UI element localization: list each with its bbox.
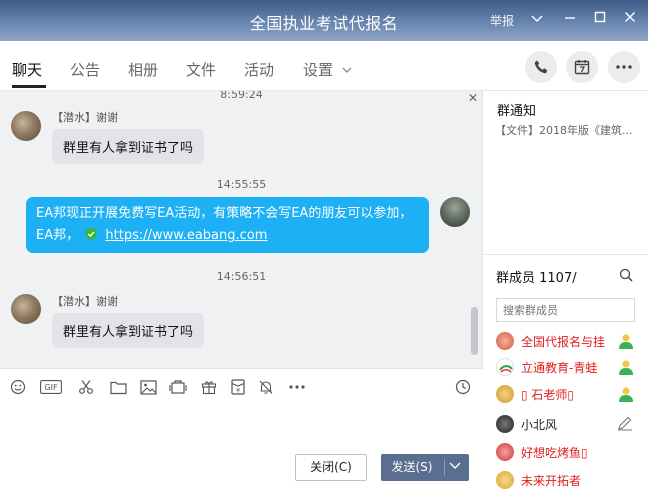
message-timestamp: 8:59:24: [220, 91, 263, 101]
member-item[interactable]: 好想吃烤鱼▯: [496, 439, 648, 465]
gift-icon[interactable]: [200, 378, 218, 396]
mute-bell-icon[interactable]: [257, 378, 275, 396]
members-title: 群成员 1107/: [496, 271, 577, 286]
member-item[interactable]: 立通教育-青蛙: [496, 354, 648, 380]
tab-settings-label: 设置: [303, 61, 334, 79]
message-sender: 【潜水】谢谢: [52, 111, 118, 124]
minimize-icon[interactable]: [560, 8, 580, 30]
member-name: 未来开拓者: [521, 474, 582, 488]
active-tab-indicator: [12, 85, 46, 88]
member-item[interactable]: 小北风: [496, 411, 648, 437]
search-icon[interactable]: [619, 268, 633, 285]
verified-check-icon: [85, 228, 97, 240]
tab-settings[interactable]: 设置: [303, 59, 352, 80]
calendar-icon: [574, 60, 590, 75]
svg-text:GIF: GIF: [44, 383, 58, 392]
tab-files[interactable]: 文件: [186, 59, 216, 80]
close-window-icon[interactable]: [620, 8, 640, 30]
calendar-button[interactable]: [566, 51, 598, 83]
avatar: [496, 443, 514, 461]
group-notice-title[interactable]: 群通知: [497, 100, 536, 119]
more-icon: [616, 65, 632, 69]
red-packet-icon[interactable]: ¥: [229, 378, 247, 396]
dropdown-icon[interactable]: [527, 8, 547, 30]
admin-badge-icon: [617, 332, 635, 350]
message-link[interactable]: https://www.eabang.com: [105, 228, 267, 243]
window-title: 全国执业考试代报名: [249, 14, 399, 33]
edit-pencil-icon[interactable]: [617, 415, 635, 433]
tab-announcement[interactable]: 公告: [70, 59, 100, 80]
message-bubble[interactable]: 群里有人拿到证书了吗: [52, 129, 205, 164]
phone-icon: [534, 60, 548, 74]
svg-text:¥: ¥: [236, 388, 240, 395]
folder-icon[interactable]: [109, 378, 127, 396]
self-message-bubble[interactable]: EA邦现正开展免费写EA活动，有策略不会写EA的朋友可以参加， EA邦， htt…: [26, 197, 429, 253]
send-divider: [444, 459, 445, 476]
member-name: 小北风: [521, 418, 558, 432]
scissors-icon[interactable]: [77, 378, 95, 396]
avatar: [496, 471, 514, 489]
message-timestamp: 14:56:51: [216, 270, 267, 283]
panel-divider: [484, 254, 648, 255]
member-name: ▯ 石老师▯: [521, 388, 575, 402]
gif-icon[interactable]: GIF: [40, 378, 62, 396]
more-options-button[interactable]: [608, 51, 640, 83]
avatar[interactable]: [440, 197, 470, 227]
chevron-down-icon: [342, 67, 352, 73]
admin-badge-icon: [617, 385, 635, 403]
chat-scrollbar[interactable]: [471, 307, 478, 355]
tab-toolbar: 聊天 公告 相册 文件 活动 设置: [0, 41, 648, 91]
message-input[interactable]: [0, 402, 483, 495]
member-name: 全国代报名与挂: [521, 335, 606, 349]
avatar: [496, 332, 514, 350]
phone-call-button[interactable]: [525, 51, 557, 83]
member-item[interactable]: 未来开拓者: [496, 467, 648, 493]
message-bubble[interactable]: 群里有人拿到证书了吗: [52, 313, 205, 348]
member-name: 立通教育-青蛙: [521, 361, 598, 375]
member-item[interactable]: 全国代报名与挂: [496, 328, 648, 354]
title-bar: 全国执业考试代报名 举报: [0, 0, 648, 41]
send-button-label: 发送(S): [391, 460, 433, 474]
close-notice-icon[interactable]: ✕: [468, 91, 478, 105]
admin-badge-icon: [617, 358, 635, 376]
avatar[interactable]: [11, 111, 41, 141]
member-name: 好想吃烤鱼▯: [521, 446, 588, 460]
message-sender: 【潜水】谢谢: [52, 295, 118, 308]
image-icon[interactable]: [139, 378, 157, 396]
report-button[interactable]: 举报: [490, 12, 514, 29]
avatar: [496, 415, 514, 433]
message-text: EA邦现正开展免费写EA活动，有策略不会写EA的朋友可以参加，: [36, 206, 413, 221]
message-text: EA邦，: [36, 228, 80, 243]
member-item[interactable]: ▯ 石老师▯: [496, 381, 648, 407]
tab-activity[interactable]: 活动: [244, 59, 274, 80]
send-button[interactable]: 发送(S): [381, 454, 469, 481]
chat-history[interactable]: 8:59:24 ✕ 【潜水】谢谢 群里有人拿到证书了吗 14:55:55 EA邦…: [0, 91, 483, 368]
input-toolbar: GIF ¥: [0, 368, 483, 402]
more-tools-icon[interactable]: [288, 378, 306, 396]
avatar[interactable]: [11, 294, 41, 324]
group-notice-body[interactable]: 【文件】2018年版《建筑...: [495, 122, 645, 138]
group-side-panel: 群通知 【文件】2018年版《建筑... 群成员 1107/ 全国代报名与挂 立…: [484, 91, 648, 495]
tab-chat[interactable]: 聊天: [12, 59, 42, 80]
member-search-input[interactable]: [496, 298, 635, 322]
history-clock-icon[interactable]: [454, 378, 472, 396]
shake-window-icon[interactable]: [169, 378, 187, 396]
close-button[interactable]: 关闭(C): [295, 454, 367, 481]
tab-album[interactable]: 相册: [128, 59, 158, 80]
maximize-icon[interactable]: [590, 8, 610, 30]
avatar: [496, 358, 514, 376]
message-timestamp: 14:55:55: [216, 178, 267, 191]
avatar: [496, 385, 514, 403]
emoji-icon[interactable]: [9, 378, 27, 396]
send-options-chevron-icon[interactable]: [449, 454, 461, 481]
